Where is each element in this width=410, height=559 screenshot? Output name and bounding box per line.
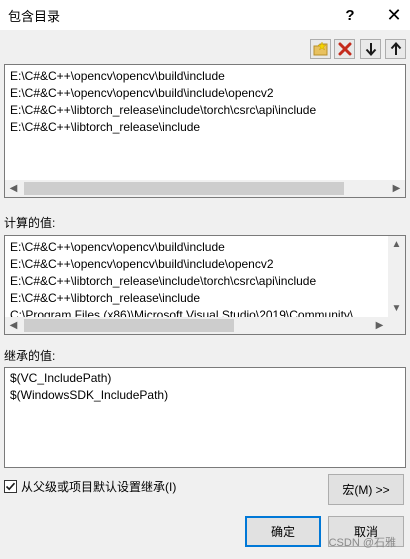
inherit-checkbox-row[interactable]: 从父级或项目默认设置继承(I) bbox=[4, 478, 176, 495]
include-directories-editor[interactable]: E:\C#&C++\opencv\opencv\build\include E:… bbox=[4, 64, 406, 198]
horizontal-scrollbar[interactable]: ◀ ▶ bbox=[5, 180, 405, 197]
computed-values-list: E:\C#&C++\opencv\opencv\build\include E:… bbox=[4, 235, 406, 335]
delete-x-icon bbox=[338, 42, 352, 56]
inherited-values-list: $(VC_IncludePath) $(WindowsSDK_IncludePa… bbox=[4, 367, 406, 468]
include-line[interactable]: E:\C#&C++\libtorch_release\include bbox=[10, 119, 401, 136]
macro-button[interactable]: 宏(M) >> bbox=[328, 474, 404, 505]
vertical-scrollbar[interactable]: ▲ ▼ bbox=[388, 236, 405, 317]
move-down-button[interactable] bbox=[360, 39, 381, 59]
arrow-up-icon bbox=[390, 42, 402, 56]
scroll-left-icon[interactable]: ◀ bbox=[5, 180, 22, 197]
horizontal-scrollbar[interactable]: ◀ ▶ bbox=[5, 317, 388, 334]
new-folder-icon bbox=[313, 42, 329, 56]
close-button[interactable]: ✕ bbox=[380, 3, 408, 27]
include-line[interactable]: E:\C#&C++\opencv\opencv\build\include\op… bbox=[10, 85, 401, 102]
title-bar: 包含目录 ? ✕ bbox=[0, 0, 410, 30]
inherited-values-label: 继承的值: bbox=[4, 349, 56, 363]
scrollbar-thumb[interactable] bbox=[24, 182, 344, 195]
computed-line: E:\C#&C++\opencv\opencv\build\include\op… bbox=[10, 257, 274, 271]
computed-line: E:\C#&C++\opencv\opencv\build\include bbox=[10, 240, 225, 254]
scroll-up-icon[interactable]: ▲ bbox=[388, 236, 405, 253]
include-line[interactable]: E:\C#&C++\opencv\opencv\build\include bbox=[10, 68, 401, 85]
ok-button[interactable]: 确定 bbox=[245, 516, 321, 547]
delete-button[interactable] bbox=[334, 39, 355, 59]
move-up-button[interactable] bbox=[385, 39, 406, 59]
include-line[interactable]: E:\C#&C++\libtorch_release\include\torch… bbox=[10, 102, 401, 119]
computed-values-label: 计算的值: bbox=[4, 216, 56, 230]
scroll-down-icon[interactable]: ▼ bbox=[388, 300, 405, 317]
help-button[interactable]: ? bbox=[336, 3, 364, 27]
scroll-left-icon[interactable]: ◀ bbox=[5, 317, 22, 334]
scroll-right-icon[interactable]: ▶ bbox=[371, 317, 388, 334]
window-title: 包含目录 bbox=[8, 9, 61, 24]
inherit-checkbox[interactable] bbox=[4, 480, 17, 493]
computed-line: E:\C#&C++\libtorch_release\include\torch… bbox=[10, 274, 317, 288]
inherited-line: $(VC_IncludePath) bbox=[10, 371, 112, 385]
scrollbar-thumb[interactable] bbox=[24, 319, 234, 332]
scroll-right-icon[interactable]: ▶ bbox=[388, 180, 405, 197]
computed-line: E:\C#&C++\libtorch_release\include bbox=[10, 291, 201, 305]
new-line-button[interactable] bbox=[310, 39, 331, 59]
inherit-checkbox-label[interactable]: 从父级或项目默认设置继承(I) bbox=[21, 478, 176, 495]
scrollbar-corner bbox=[388, 317, 405, 334]
watermark: CSDN @石雅 bbox=[328, 537, 396, 549]
checkmark-icon bbox=[5, 482, 16, 491]
arrow-down-icon bbox=[365, 42, 377, 56]
inherited-line: $(WindowsSDK_IncludePath) bbox=[10, 388, 169, 402]
